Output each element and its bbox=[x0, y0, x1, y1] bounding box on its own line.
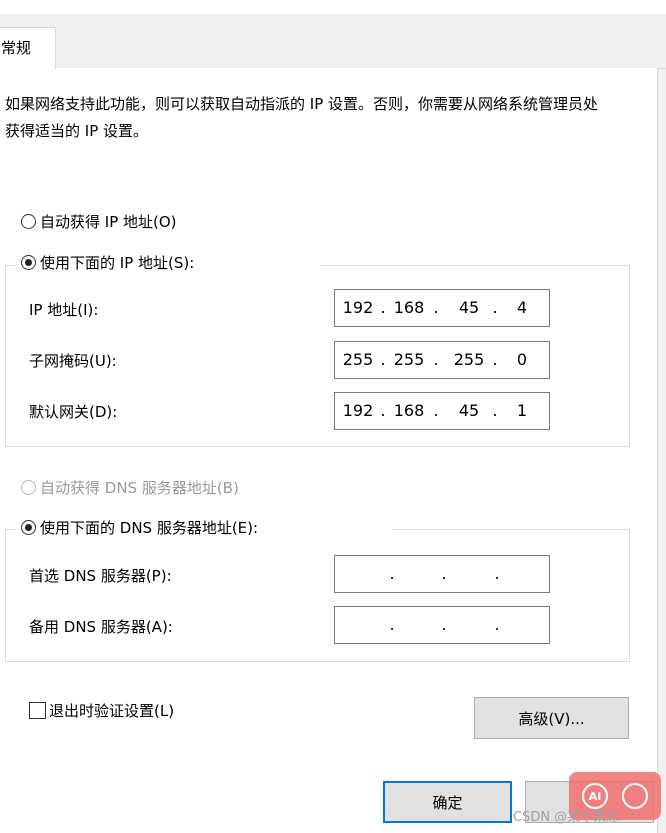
radio-selected-dot bbox=[25, 259, 32, 266]
radio-circle bbox=[21, 214, 36, 229]
dot-separator: . bbox=[494, 615, 500, 634]
ip-manual-label: 使用下面的 IP 地址(S): bbox=[40, 254, 195, 272]
dns-manual-radio[interactable]: 使用下面的 DNS 服务器地址(E): bbox=[21, 517, 258, 538]
dot-separator: . bbox=[492, 350, 498, 369]
preferred-dns-field[interactable]: . . . bbox=[334, 555, 550, 593]
subnet-label: 子网掩码(U): bbox=[29, 352, 117, 370]
dot-separator: . bbox=[389, 564, 395, 583]
octet-1: 192 bbox=[342, 401, 374, 420]
dns-auto-label: 自动获得 DNS 服务器地址(B) bbox=[40, 479, 239, 497]
radio-selected-dot bbox=[25, 524, 32, 531]
ip-auto-label: 自动获得 IP 地址(O) bbox=[40, 213, 177, 231]
alternate-dns-label: 备用 DNS 服务器(A): bbox=[29, 618, 173, 636]
dot-separator: . bbox=[492, 298, 498, 317]
octet-2: 168 bbox=[393, 401, 425, 420]
watermark-text: CSDN @某个果冻 bbox=[513, 810, 620, 825]
dot-separator: . bbox=[433, 298, 439, 317]
checkbox-box bbox=[29, 702, 46, 719]
radio-circle bbox=[21, 480, 36, 495]
dot-separator: . bbox=[433, 350, 439, 369]
dns-manual-label: 使用下面的 DNS 服务器地址(E): bbox=[40, 519, 259, 537]
octet-3: 255 bbox=[453, 350, 485, 369]
dot-separator: . bbox=[494, 564, 500, 583]
ip-manual-radio[interactable]: 使用下面的 IP 地址(S): bbox=[21, 252, 194, 273]
octet-4: 4 bbox=[516, 298, 528, 317]
dot-separator: . bbox=[433, 401, 439, 420]
octet-2: 255 bbox=[393, 350, 425, 369]
gateway-field[interactable]: 192 . 168 . 45 . 1 bbox=[334, 392, 550, 430]
subnet-field[interactable]: 255 . 255 . 255 . 0 bbox=[334, 341, 550, 379]
tab-general-label: 常规 bbox=[1, 39, 32, 57]
advanced-button-label: 高级(V)... bbox=[518, 709, 585, 728]
title-bar-strip bbox=[0, 0, 666, 14]
octet-2: 168 bbox=[393, 298, 425, 317]
ok-button-label: 确定 bbox=[432, 793, 463, 812]
dot-separator: . bbox=[492, 401, 498, 420]
advanced-button[interactable]: 高级(V)... bbox=[474, 697, 629, 739]
octet-3: 45 bbox=[458, 401, 480, 420]
ip-address-label: IP 地址(I): bbox=[29, 301, 99, 319]
validate-checkbox[interactable]: 退出时验证设置(L) bbox=[29, 700, 174, 721]
octet-3: 45 bbox=[458, 298, 480, 317]
description-text: 如果网络支持此功能，则可以获取自动指派的 IP 设置。否则，你需要从网络系统管理… bbox=[5, 95, 599, 140]
octet-1: 192 bbox=[342, 298, 374, 317]
tab-general[interactable]: 常规 bbox=[0, 27, 56, 69]
octet-4: 0 bbox=[516, 350, 528, 369]
search-icon bbox=[622, 783, 648, 809]
radio-circle bbox=[21, 520, 36, 535]
octet-4: 1 bbox=[516, 401, 528, 420]
dot-separator: . bbox=[389, 615, 395, 634]
ok-button[interactable]: 确定 bbox=[383, 781, 512, 823]
radio-circle bbox=[21, 255, 36, 270]
dot-separator: . bbox=[380, 298, 386, 317]
dot-separator: . bbox=[380, 401, 386, 420]
gateway-label: 默认网关(D): bbox=[29, 403, 118, 421]
octet-1: 255 bbox=[342, 350, 374, 369]
dot-separator: . bbox=[441, 564, 447, 583]
dot-separator: . bbox=[441, 615, 447, 634]
ip-auto-radio[interactable]: 自动获得 IP 地址(O) bbox=[21, 211, 177, 232]
preferred-dns-label: 首选 DNS 服务器(P): bbox=[29, 567, 172, 585]
dot-separator: . bbox=[380, 350, 386, 369]
validate-label: 退出时验证设置(L) bbox=[49, 702, 175, 720]
alternate-dns-field[interactable]: . . . bbox=[334, 606, 550, 644]
dns-auto-radio[interactable]: 自动获得 DNS 服务器地址(B) bbox=[21, 477, 239, 498]
ip-address-field[interactable]: 192 . 168 . 45 . 4 bbox=[334, 289, 550, 327]
